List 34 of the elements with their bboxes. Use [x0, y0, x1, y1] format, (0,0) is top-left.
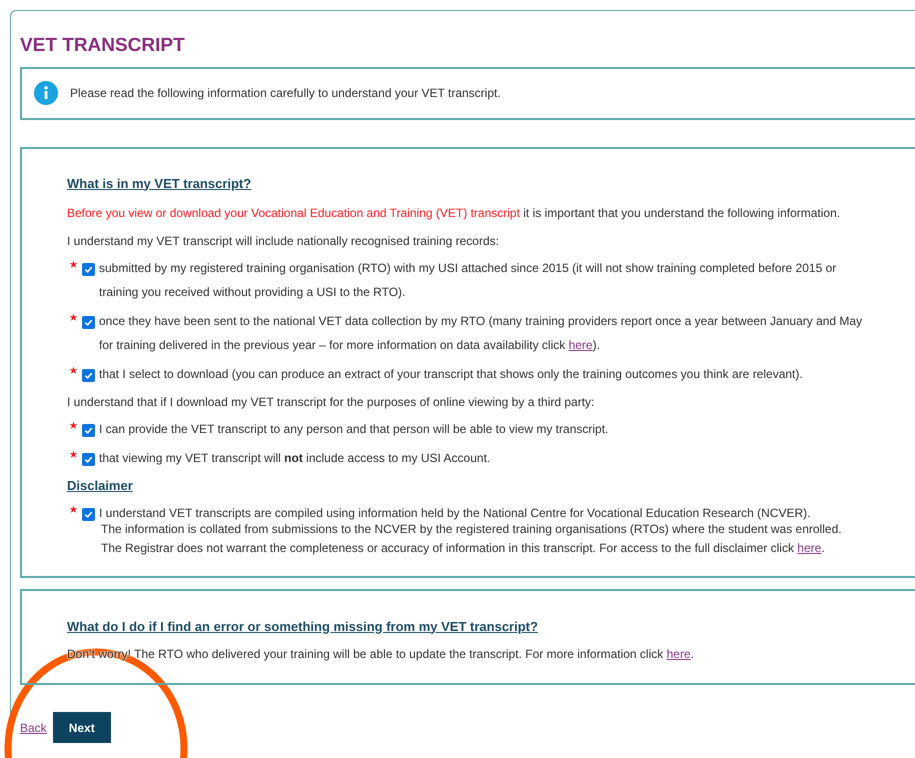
group-lead: I understand that if I download my VET transcript for the purposes of online viewing by a third party: [67, 394, 596, 411]
checkbox-label: once they have been sent to the national VET data collection by my RTO (many training providers report once a year between January and May for training delivered in the previous year – for more information on data availability click here). [99, 313, 864, 354]
checkbox-label: I understand VET transcripts are compiled using information held by the National Centre for Vocational Education Research (NCVER). [99, 504, 810, 522]
next-button[interactable]: Next [52, 712, 111, 743]
checkmark-icon [84, 318, 93, 327]
intro-text: Before you view or download your Vocational Education and Training (VET) transcript it is important that you understand the following information. [67, 205, 842, 222]
checkmark-icon [84, 265, 93, 274]
here-link[interactable]: here [666, 647, 691, 661]
checkmark-icon [84, 510, 93, 518]
checkbox[interactable] [82, 424, 95, 437]
back-link[interactable]: Back [20, 718, 47, 736]
group-lead: I understand my VET transcript will include nationally recognised training records: [67, 233, 500, 250]
checkbox[interactable] [82, 369, 95, 382]
here-link[interactable]: here [568, 338, 593, 352]
disclaimer-heading: Disclaimer [67, 477, 134, 495]
disclaimer-text: The Registrar does not warrant the completeness or accuracy of information in this transcript. For access to the full disclaimer click here. [101, 540, 826, 556]
here-link[interactable]: here [797, 540, 822, 554]
checkbox-label: that viewing my VET transcript will not include access to my USI Account. [99, 450, 490, 467]
checkbox-label: that I select to download (you can produce an extract of your transcript that shows only the training outcomes you think are relevant). [99, 366, 803, 383]
checkbox[interactable] [82, 453, 95, 466]
checkbox[interactable] [82, 316, 95, 329]
checkmark-icon [84, 426, 93, 435]
checkmark-icon [84, 371, 93, 380]
checkbox[interactable] [82, 263, 95, 276]
checkbox[interactable] [82, 508, 95, 520]
checkbox-label: submitted by my registered training organisation (RTO) with my USI attached since 2015 (it will not show training completed before 2015 or training you received without providing a USI to the RTO). [99, 260, 838, 301]
checkbox-label: I can provide the VET transcript to any person and that person will be able to view my transcript. [99, 421, 608, 438]
info-text: Please read the following information carefully to understand your VET transcript. [70, 85, 501, 102]
checkmark-icon [84, 455, 93, 464]
help-heading: What do I do if I find an error or something missing from my VET transcript? [67, 618, 539, 636]
disclaimer-text: The information is collated from submissions to the NCVER by the registered training organisations (RTOs) where the student was enrolled. [101, 520, 843, 538]
section-heading: What is in my VET transcript? [67, 174, 252, 193]
page-title: VET TRANSCRIPT [20, 34, 186, 58]
info-icon [34, 81, 58, 105]
